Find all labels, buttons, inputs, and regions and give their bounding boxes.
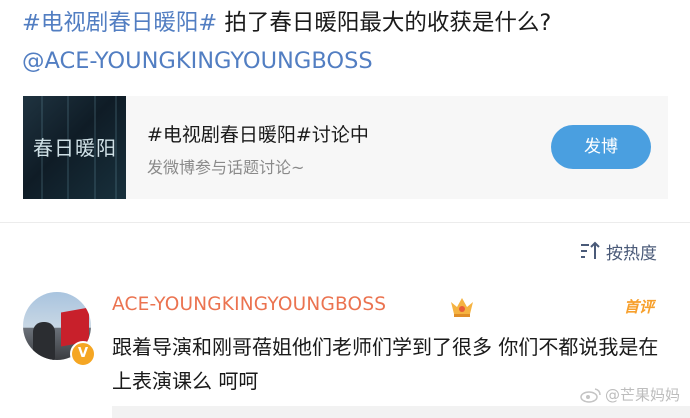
reply-preview-bar[interactable] [112,406,690,418]
verified-badge-icon: V [70,341,96,367]
comment-username[interactable]: ACE-YOUNGKINGYOUNGBOSS [112,294,386,315]
post-button[interactable]: 发博 [551,125,651,169]
watermark-text: @芒果妈妈 [604,386,680,404]
topic-card-subtitle: 发微博参与话题讨论~ [147,158,305,177]
topic-cover-image: 春日暖阳 [23,96,126,199]
topic-link[interactable]: #电视剧春日暖阳# [22,10,217,36]
crown-badge-icon [451,298,473,317]
divider [0,222,690,223]
first-comment-tag: 首评 [624,298,655,316]
figure-shape [33,322,55,360]
sort-label: 按热度 [606,243,657,264]
sort-icon [581,241,600,259]
watermark: @芒果妈妈 [580,384,680,405]
mention-link[interactable]: @ACE-YOUNGKINGYOUNGBOSS [22,48,373,74]
topic-card-title[interactable]: #电视剧春日暖阳#讨论中 [147,120,369,147]
sort-by-hot[interactable]: 按热度 [578,238,657,264]
cover-title: 春日暖阳 [33,136,117,160]
topic-card[interactable]: 春日暖阳 #电视剧春日暖阳#讨论中 发微博参与话题讨论~ 发博 [23,96,668,199]
weibo-logo-icon [580,387,601,403]
post-question: 拍了春日暖阳最大的收获是什么? [224,10,552,36]
post-text: #电视剧春日暖阳# 拍了春日暖阳最大的收获是什么? @ACE-YOUNGKING… [22,4,682,80]
